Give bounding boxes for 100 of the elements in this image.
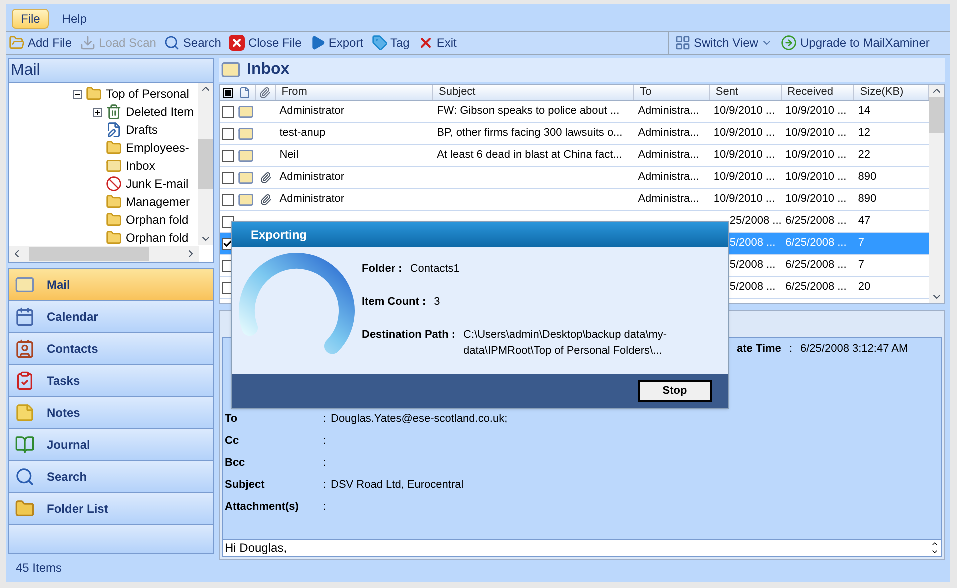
column-header[interactable]: Received <box>782 85 854 100</box>
field-label: To <box>225 412 239 427</box>
field-value: Douglas.Yates@ese-scotland.co.uk; <box>331 412 508 427</box>
table-cell: Administrator <box>280 171 345 184</box>
table-cell: 10/9/2010 ... <box>714 171 776 184</box>
table-cell: Neil <box>280 149 299 162</box>
message-row[interactable]: Administrator Administra... 10/9/2010 ... 10/9/2010 ... 890 <box>220 189 929 211</box>
toolbar-button[interactable]: Exit <box>418 34 457 52</box>
nav-button[interactable]: Mail <box>9 269 213 301</box>
field-value: 3 <box>434 294 442 310</box>
table-cell: 25/2008 ... <box>730 215 782 228</box>
folder-icon <box>86 86 102 102</box>
table-cell: 5/2008 ... <box>730 281 776 294</box>
blocked-icon <box>106 176 122 192</box>
vertical-scrollbar[interactable] <box>929 85 944 303</box>
table-cell: test-anup <box>280 127 326 140</box>
folder-item[interactable]: Junk E-mail <box>126 175 189 193</box>
table-cell: Administra... <box>638 105 700 118</box>
table-cell: 22 <box>858 149 871 162</box>
scroll-up-icon[interactable] <box>931 540 939 548</box>
folder-item[interactable]: Inbox <box>126 157 156 175</box>
vertical-scrollbar[interactable] <box>198 83 213 245</box>
table-cell: 14 <box>858 105 871 118</box>
search-icon <box>164 35 180 51</box>
table-cell: 10/9/2010 ... <box>786 149 847 162</box>
toolbar-button[interactable]: Upgrade to MailXaminer <box>781 34 930 52</box>
scroll-thumb[interactable] <box>198 139 213 189</box>
scroll-thumb[interactable] <box>29 247 149 261</box>
message-row[interactable]: Administrator FW: Gibson speaks to police about ... Administra... 10/9/2010 ... 10/9/2010 ... 14 <box>220 101 929 123</box>
scroll-down-icon[interactable] <box>931 548 939 556</box>
table-cell: Administrator <box>280 105 345 118</box>
dialog-title: Exporting <box>251 226 307 244</box>
folder-item[interactable]: Top of Personal <box>106 85 190 103</box>
field-separator: : <box>789 342 792 357</box>
table-cell: Administra... <box>638 149 700 162</box>
nav-button[interactable]: Calendar <box>9 301 213 333</box>
row-checkbox[interactable] <box>222 194 234 206</box>
toolbar-button[interactable]: Search <box>164 34 222 52</box>
table-cell: 10/9/2010 ... <box>786 171 847 184</box>
folder-item[interactable]: Deleted Item <box>126 103 194 121</box>
nav-button[interactable]: Tasks <box>9 365 213 397</box>
collapse-toggle[interactable] <box>73 90 82 98</box>
table-cell: 5/2008 ... <box>730 259 776 272</box>
scroll-thumb[interactable] <box>929 97 944 133</box>
field-separator: : <box>323 412 328 427</box>
field-label: ate Time <box>737 342 782 357</box>
table-cell: Administra... <box>638 127 700 140</box>
message-row[interactable]: Administrator Administra... 10/9/2010 ... 10/9/2010 ... 890 <box>220 167 929 189</box>
toolbar-button[interactable]: Add File <box>9 34 72 52</box>
note-icon <box>15 402 35 422</box>
menu-item[interactable]: File <box>12 8 50 28</box>
field-value: C:\Users\admin\Desktop\backup data\my-data\IPMRoot\Top of Personal Folders\... <box>464 328 668 360</box>
menu-item[interactable]: Help <box>53 8 96 28</box>
table-cell: 6/25/2008 ... <box>786 237 847 250</box>
message-row[interactable]: Neil At least 6 dead in blast at China fact... Administra... 10/9/2010 ... 10/9/2010 ... 22 <box>220 145 929 167</box>
horizontal-scrollbar[interactable] <box>9 246 199 262</box>
book-icon <box>15 434 35 454</box>
nav-button[interactable]: Notes <box>9 397 213 429</box>
toolbar-button[interactable]: Export <box>310 34 364 52</box>
pane-header: Mail <box>9 59 213 82</box>
row-checkbox[interactable] <box>222 106 234 118</box>
folder-item[interactable]: Drafts <box>126 121 158 139</box>
field-separator: : <box>323 500 328 515</box>
message-row[interactable]: test-anup BP, other firms facing 300 lawsuits o... Administra... 10/9/2010 ... 10/9/2010 ... 12 <box>220 123 929 145</box>
folder-icon <box>106 194 122 210</box>
table-cell: 10/9/2010 ... <box>714 105 776 118</box>
nav-button[interactable]: Folder List <box>9 493 213 525</box>
nav-button[interactable]: Journal <box>9 429 213 461</box>
folder-item[interactable]: Employees- <box>126 139 190 157</box>
column-header[interactable]: Sent <box>710 85 782 100</box>
column-header[interactable]: Subject <box>433 85 634 100</box>
folder-item[interactable]: Orphan fold <box>126 229 189 247</box>
select-all-checkbox[interactable] <box>222 88 233 98</box>
folder-icon <box>106 230 122 246</box>
expand-toggle[interactable] <box>93 108 102 116</box>
toolbar-button[interactable]: Switch View <box>675 34 774 52</box>
row-checkbox[interactable] <box>222 172 234 184</box>
row-checkbox[interactable] <box>222 128 234 140</box>
column-header[interactable]: From <box>276 85 434 100</box>
toolbar-button[interactable]: Tag <box>372 34 410 52</box>
table-cell: 10/9/2010 ... <box>714 149 776 162</box>
table-cell: Administra... <box>638 193 700 206</box>
table-cell: 7 <box>858 237 864 250</box>
table-cell: FW: Gibson speaks to police about ... <box>437 105 620 118</box>
row-checkbox[interactable] <box>222 150 234 162</box>
nav-button[interactable]: Contacts <box>9 333 213 365</box>
nav-button[interactable]: Search <box>9 461 213 493</box>
clipboard-check-icon <box>15 370 35 390</box>
stop-button[interactable]: Stop <box>638 380 712 402</box>
folder-item[interactable]: Orphan fold <box>126 211 189 229</box>
table-cell: 6/25/2008 ... <box>786 215 847 228</box>
table-cell: 10/9/2010 ... <box>786 127 847 140</box>
column-header[interactable]: To <box>634 85 710 100</box>
folder-item[interactable]: Managemer <box>126 193 190 211</box>
toolbar-button[interactable]: Close File <box>229 34 302 52</box>
row-checkbox[interactable] <box>222 216 234 228</box>
play-icon <box>310 35 326 51</box>
message-body[interactable]: Hi Douglas, <box>223 539 941 556</box>
field-separator: : <box>323 456 328 471</box>
table-cell: 12 <box>858 127 871 140</box>
